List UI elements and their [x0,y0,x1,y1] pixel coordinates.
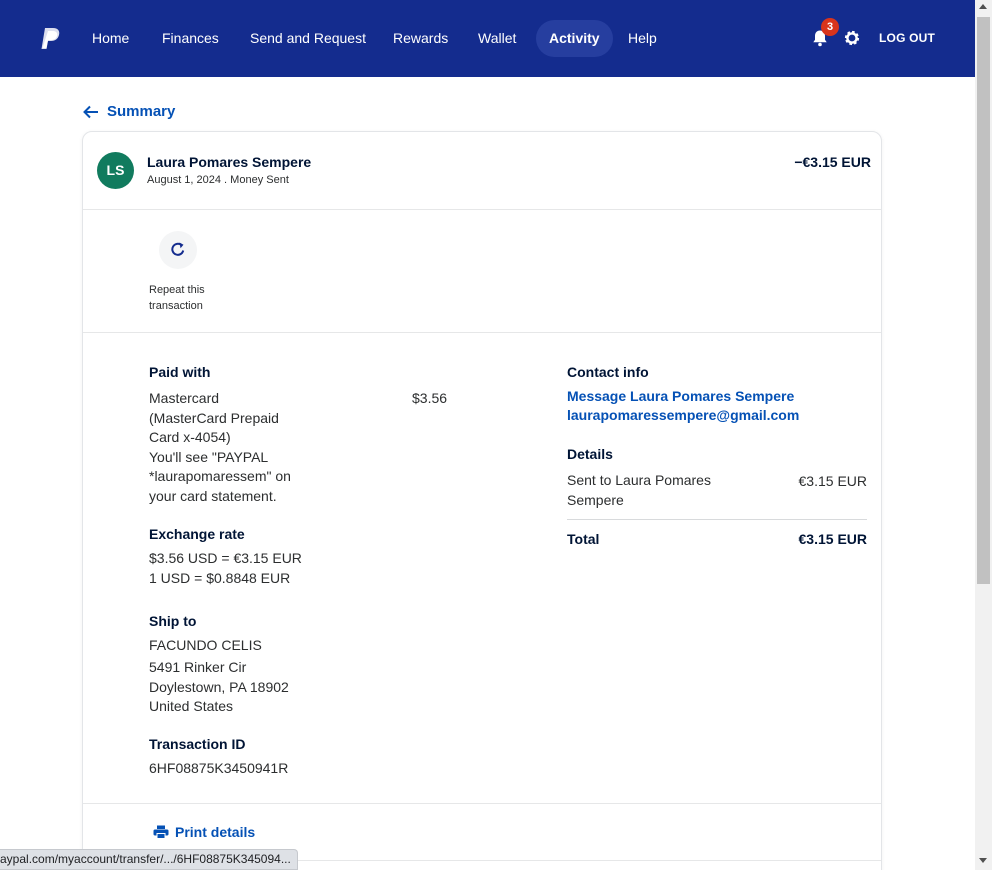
address-line: Doylestown, PA 18902 [149,678,289,695]
total-label: Total [567,531,600,547]
paid-with-amount: $3.56 [412,390,448,406]
back-to-summary-link[interactable]: Summary [83,103,175,120]
paid-with-line: (MasterCard Prepaid [149,409,279,426]
nav-activity[interactable]: Activity [536,20,613,57]
page-scrollbar[interactable] [975,0,992,870]
refresh-icon [171,242,185,256]
back-label: Summary [107,103,176,120]
nav-home[interactable]: Home [79,20,142,57]
ship-to-name: FACUNDO CELIS [149,637,262,653]
ship-to-heading: Ship to [149,613,197,629]
recipient-name: Laura Pomares Sempere [147,154,312,170]
divider [83,332,881,333]
exchange-rate-details: $3.56 USD = €3.15 EUR 1 USD = $0.8848 EU… [149,549,389,588]
nav-send-and-request[interactable]: Send and Request [237,20,379,57]
scroll-down-arrow-icon[interactable] [979,858,987,863]
address-line: United States [149,698,234,714]
details-row-value: €3.15 EUR [798,473,867,489]
details-label-line: Sent to Laura Pomares [567,472,711,488]
scroll-thumb[interactable] [977,17,990,584]
scroll-up-arrow-icon[interactable] [979,4,987,9]
transaction-id-value: 6HF08875K3450941R [149,760,289,776]
nav-help[interactable]: Help [615,20,670,57]
details-heading: Details [567,446,613,462]
ship-to-address: 5491 Rinker Cir Doylestown, PA 18902 Uni… [149,658,389,717]
paypal-logo-icon[interactable] [40,27,62,51]
details-row-label: Sent to Laura Pomares Sempere [567,471,767,510]
gear-icon[interactable] [843,29,861,47]
recipient-email-link[interactable]: laurapomaressempere@gmail.com [567,407,799,423]
contact-info-heading: Contact info [567,364,649,380]
transaction-subline: August 1, 2024 . Money Sent [147,174,289,186]
transaction-amount: −€3.15 EUR [794,154,871,170]
paid-with-line: your card statement. [149,487,277,504]
transaction-id-heading: Transaction ID [149,736,246,752]
divider [567,519,867,520]
paid-with-line: You'll see "PAYPAL [149,448,269,465]
nav-wallet[interactable]: Wallet [465,20,529,57]
logout-button[interactable]: LOG OUT [879,31,935,45]
print-details-label: Print details [175,824,256,840]
message-recipient-link[interactable]: Message Laura Pomares Sempere [567,388,794,404]
nav-finances[interactable]: Finances [149,20,232,57]
exchange-rate-line: 1 USD = $0.8848 EUR [149,569,291,586]
repeat-transaction-button[interactable] [159,231,197,269]
avatar: LS [97,152,134,189]
exchange-rate-heading: Exchange rate [149,526,245,542]
exchange-rate-line: $3.56 USD = €3.15 EUR [149,550,302,566]
transaction-card: LS Laura Pomares Sempere August 1, 2024 … [82,131,882,870]
repeat-transaction-label[interactable]: Repeat this transaction [149,282,229,314]
notification-badge: 3 [821,18,839,36]
paid-with-heading: Paid with [149,364,211,380]
status-bar-url: aypal.com/myaccount/transfer/.../6HF0887… [0,849,298,870]
details-label-line: Sempere [567,491,624,508]
address-line: 5491 Rinker Cir [149,659,247,675]
paid-with-details: Mastercard (MasterCard Prepaid Card x-40… [149,389,349,506]
nav-rewards[interactable]: Rewards [380,20,461,57]
paid-with-line: *laurapomaressem" on [149,468,291,484]
paid-with-line: Mastercard [149,390,220,406]
divider [83,803,881,804]
divider [83,209,881,210]
top-nav: Home Finances Send and Request Rewards W… [0,0,975,77]
total-value: €3.15 EUR [798,531,867,547]
printer-icon [153,825,169,839]
arrow-left-icon [83,105,98,118]
paid-with-line: Card x-4054) [149,429,231,445]
print-details-link[interactable]: Print details [153,824,255,840]
